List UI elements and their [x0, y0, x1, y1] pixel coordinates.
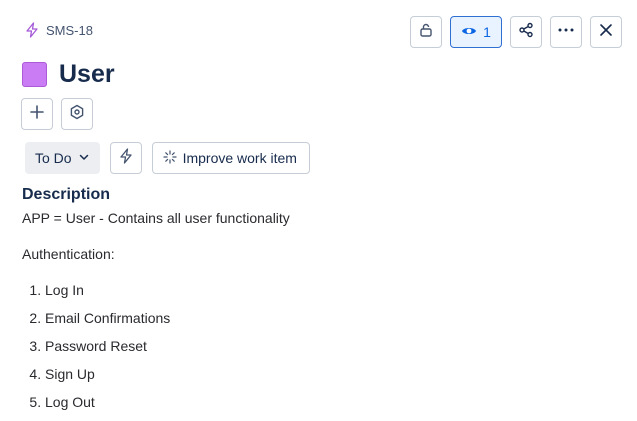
status-row: To Do Improve work item — [25, 142, 310, 174]
description-heading: Description — [22, 186, 111, 203]
improve-label: Improve work item — [182, 150, 297, 166]
issue-title-row: User — [22, 60, 115, 89]
more-actions-button[interactable] — [550, 16, 582, 48]
sparkle-icon — [162, 149, 177, 167]
breadcrumb: SMS-18 — [24, 22, 93, 38]
quick-actions — [21, 98, 93, 130]
hexagon-icon — [69, 104, 85, 125]
list-item: Password Reset — [45, 336, 612, 356]
apps-button[interactable] — [61, 98, 93, 130]
share-button[interactable] — [510, 16, 542, 48]
description-list: Log In Email Confirmations Password Rese… — [22, 280, 612, 412]
close-button[interactable] — [590, 16, 622, 48]
plus-icon — [29, 104, 45, 125]
issue-type-icon[interactable] — [22, 62, 47, 87]
add-button[interactable] — [21, 98, 53, 130]
eye-icon — [461, 23, 477, 42]
share-icon — [518, 22, 534, 43]
description-section-label: Authentication: — [22, 246, 115, 262]
status-dropdown[interactable]: To Do — [25, 142, 100, 174]
issue-key-link[interactable]: SMS-18 — [46, 23, 93, 38]
lightning-icon — [24, 22, 40, 38]
chevron-down-icon — [78, 150, 90, 166]
restrictions-button[interactable] — [410, 16, 442, 48]
description-section[interactable]: Description APP = User - Contains all us… — [22, 186, 612, 420]
header-actions: 1 — [410, 16, 622, 48]
watchers-count: 1 — [483, 24, 491, 40]
improve-work-item-button[interactable]: Improve work item — [151, 142, 310, 174]
unlock-icon — [418, 22, 434, 43]
list-item: Log Out — [45, 392, 612, 412]
description-intro: APP = User - Contains all user functiona… — [22, 210, 290, 226]
automation-button[interactable] — [109, 142, 142, 174]
more-icon — [557, 22, 575, 43]
list-item: Email Confirmations — [45, 308, 612, 328]
list-item: Log In — [45, 280, 612, 300]
close-icon — [598, 22, 614, 43]
watch-button[interactable]: 1 — [450, 16, 502, 48]
issue-header: SMS-18 1 — [0, 0, 637, 64]
issue-title[interactable]: User — [59, 60, 115, 89]
lightning-icon — [118, 147, 134, 169]
status-label: To Do — [35, 150, 72, 166]
list-item: Sign Up — [45, 364, 612, 384]
